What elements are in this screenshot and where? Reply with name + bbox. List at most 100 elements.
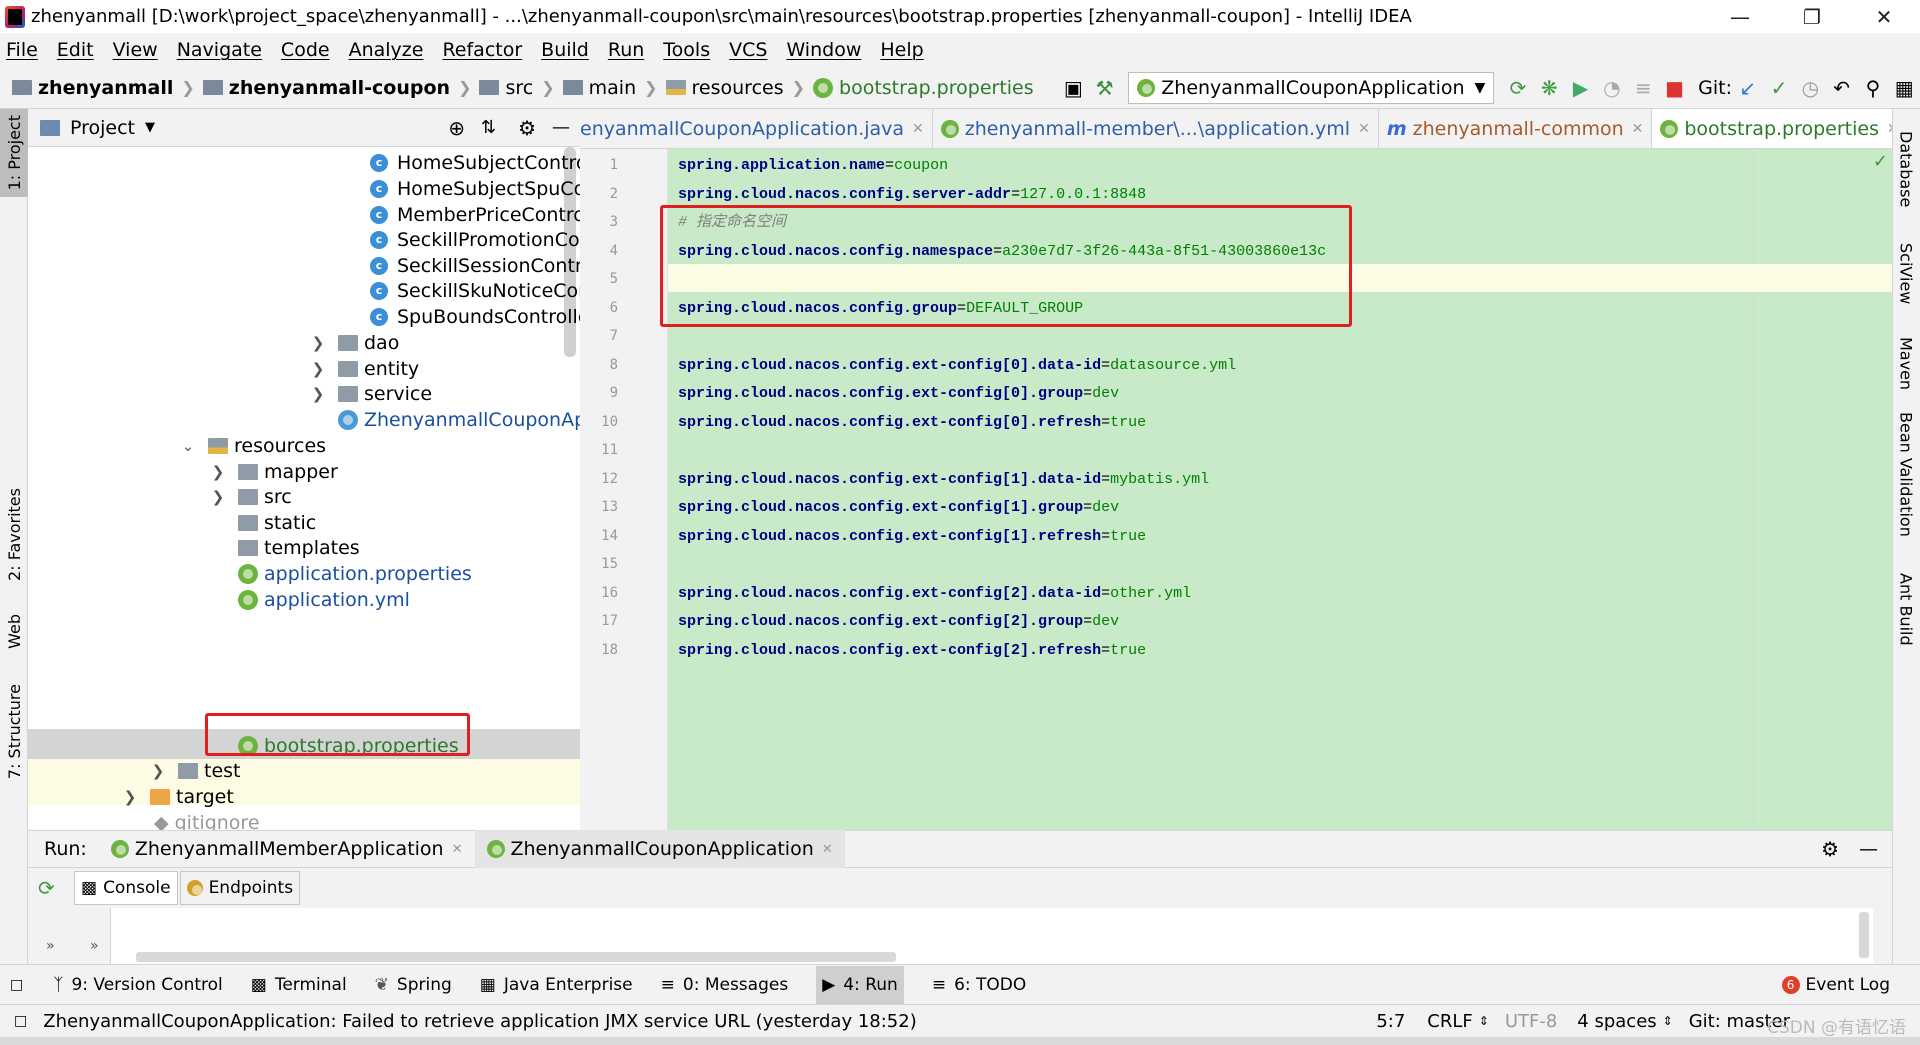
menu-analyze[interactable]: Analyze (349, 39, 424, 61)
layout-icon[interactable]: ▣ (1064, 75, 1083, 101)
tab-sciview[interactable]: SciView (1892, 234, 1920, 314)
tab-structure[interactable]: 7: Structure (0, 679, 28, 784)
tool-spring[interactable]: ❦ Spring (375, 975, 452, 995)
console-tab[interactable]: ▩ Console (74, 871, 178, 905)
breadcrumb-main[interactable]: main (589, 77, 636, 99)
chevron-right-icon[interactable]: ❯ (208, 463, 228, 481)
rerun-icon[interactable]: ⟳ (38, 876, 74, 900)
build-hammer-icon[interactable]: ⚒ (1095, 75, 1114, 101)
chevron-down-icon[interactable]: ⌄ (178, 437, 198, 455)
breadcrumb-module[interactable]: zhenyanmall-coupon (229, 77, 450, 99)
chevron-down-icon[interactable]: ▼ (145, 120, 155, 135)
tab-favorites[interactable]: 2: Favorites (0, 479, 28, 589)
project-structure-icon[interactable]: ▦ (1895, 75, 1914, 101)
tab-member-application-yml[interactable]: zhenyanmall-member\...\application.yml ✕ (933, 109, 1379, 148)
file-encoding[interactable]: UTF-8 (1505, 1011, 1557, 1032)
hide-panel-icon[interactable]: — (552, 117, 570, 138)
menu-edit[interactable]: Edit (57, 39, 94, 61)
restore-button[interactable]: ❐ (1776, 0, 1848, 33)
run-tab-member[interactable]: ZhenyanmallMemberApplication ✕ (99, 830, 475, 868)
git-revert-icon[interactable]: ↶ (1832, 75, 1851, 101)
tab-zhenyanmall-common[interactable]: m zhenyanmall-common ✕ (1379, 109, 1653, 148)
chevron-right-icon[interactable]: ❯ (148, 762, 168, 780)
tool-run[interactable]: ▶ 4: Run (816, 965, 904, 1004)
tab-coupon-application-java[interactable]: enyanmallCouponApplication.java ✕ (580, 109, 933, 148)
tool-java-enterprise[interactable]: ▦ Java Enterprise (480, 975, 633, 995)
git-commit-icon[interactable]: ✓ (1769, 75, 1788, 101)
menu-code[interactable]: Code (281, 39, 330, 61)
line-separator[interactable]: CRLF (1427, 1011, 1472, 1032)
console-scrollbar[interactable] (136, 952, 896, 962)
project-panel-title[interactable]: Project (70, 117, 135, 139)
locate-icon[interactable]: ⊕ (448, 116, 465, 140)
hide-panel-icon[interactable]: — (1859, 838, 1878, 860)
git-history-icon[interactable]: ◷ (1801, 75, 1820, 101)
close-icon[interactable]: ✕ (822, 842, 833, 857)
coverage-icon[interactable]: ▶ (1571, 75, 1590, 101)
close-icon[interactable]: ✕ (1358, 121, 1370, 137)
expand-icon[interactable]: » (46, 938, 55, 954)
tool-window-toggle-icon[interactable]: □ (10, 977, 23, 993)
menu-window[interactable]: Window (786, 39, 861, 61)
tool-todo[interactable]: ≡ 6: TODO (932, 975, 1026, 995)
search-icon[interactable]: ⚲ (1863, 75, 1882, 101)
tab-database[interactable]: Database (1892, 119, 1920, 219)
status-toggle-icon[interactable]: □ (14, 1013, 27, 1029)
profile-icon[interactable]: ◔ (1602, 75, 1621, 101)
endpoints-tab[interactable]: Endpoints (179, 871, 301, 905)
close-icon[interactable]: ✕ (912, 121, 924, 137)
tab-ant-build[interactable]: Ant Build (1892, 559, 1920, 659)
git-update-icon[interactable]: ↙ (1738, 75, 1757, 101)
tab-bean-validation[interactable]: Bean Validation (1892, 409, 1920, 539)
close-icon[interactable]: ✕ (1632, 121, 1644, 137)
breadcrumb-file[interactable]: bootstrap.properties (839, 77, 1034, 99)
stop-icon[interactable]: ■ (1665, 75, 1684, 101)
rerun-icon[interactable]: ⟳ (1508, 75, 1527, 101)
tab-project[interactable]: 1: Project (0, 109, 28, 197)
status-message[interactable]: ZhenyanmallCouponApplication: Failed to … (43, 1011, 916, 1032)
expand-icon[interactable]: » (90, 938, 99, 954)
gear-icon[interactable]: ⚙ (518, 116, 536, 140)
close-icon[interactable]: ✕ (1887, 121, 1892, 137)
menu-navigate[interactable]: Navigate (177, 39, 262, 61)
menu-build[interactable]: Build (541, 39, 589, 61)
breadcrumb-resources[interactable]: resources (692, 77, 784, 99)
debug-icon[interactable]: ❋ (1540, 75, 1559, 101)
collapse-icon[interactable]: ⇅ (481, 117, 496, 138)
minimize-button[interactable]: — (1704, 0, 1776, 33)
tree-item[interactable]: c SpuBoundsController (370, 301, 580, 332)
chevron-right-icon[interactable]: ❯ (120, 788, 140, 806)
tab-maven[interactable]: Maven (1892, 329, 1920, 399)
run-tab-coupon[interactable]: ZhenyanmallCouponApplication ✕ (474, 830, 845, 868)
menu-run[interactable]: Run (608, 39, 644, 61)
breadcrumb-project[interactable]: zhenyanmall (38, 77, 173, 99)
gear-icon[interactable]: ⚙ (1821, 837, 1839, 861)
menu-file[interactable]: File (6, 39, 38, 61)
attach-icon[interactable]: ≡ (1634, 75, 1653, 101)
chevron-right-icon[interactable]: ❯ (308, 360, 328, 378)
tree-item[interactable]: ◆ gitignore (154, 807, 260, 831)
tool-terminal[interactable]: ▩ Terminal (251, 975, 347, 995)
chevron-right-icon[interactable]: ❯ (308, 334, 328, 352)
tool-version-control[interactable]: ᛉ 9: Version Control (53, 975, 223, 995)
caret-position[interactable]: 5:7 (1376, 1011, 1405, 1032)
close-icon[interactable]: ✕ (452, 842, 463, 857)
menu-refactor[interactable]: Refactor (442, 39, 522, 61)
tab-bootstrap-properties[interactable]: bootstrap.properties ✕ (1652, 109, 1892, 148)
breadcrumb-src[interactable]: src (505, 77, 533, 99)
tool-event-log[interactable]: 6 Event Log (1781, 975, 1890, 995)
tree-item[interactable]: ZhenyanmallCouponApp (338, 404, 580, 435)
console-output[interactable] (110, 908, 1873, 964)
indent-setting[interactable]: 4 spaces (1577, 1011, 1656, 1032)
run-config-select[interactable]: ZhenyanmallCouponApplication ▼ (1128, 71, 1495, 104)
menu-tools[interactable]: Tools (663, 39, 710, 61)
menu-help[interactable]: Help (880, 39, 923, 61)
close-window-button[interactable]: ✕ (1848, 0, 1920, 33)
console-vscrollbar[interactable] (1859, 912, 1869, 958)
chevron-right-icon[interactable]: ❯ (208, 488, 228, 506)
menu-vcs[interactable]: VCS (729, 39, 767, 61)
tree-item[interactable]: application.yml (238, 584, 410, 615)
tool-messages[interactable]: ≡ 0: Messages (661, 975, 789, 995)
chevron-right-icon[interactable]: ❯ (308, 385, 328, 403)
tab-web[interactable]: Web (0, 604, 28, 659)
